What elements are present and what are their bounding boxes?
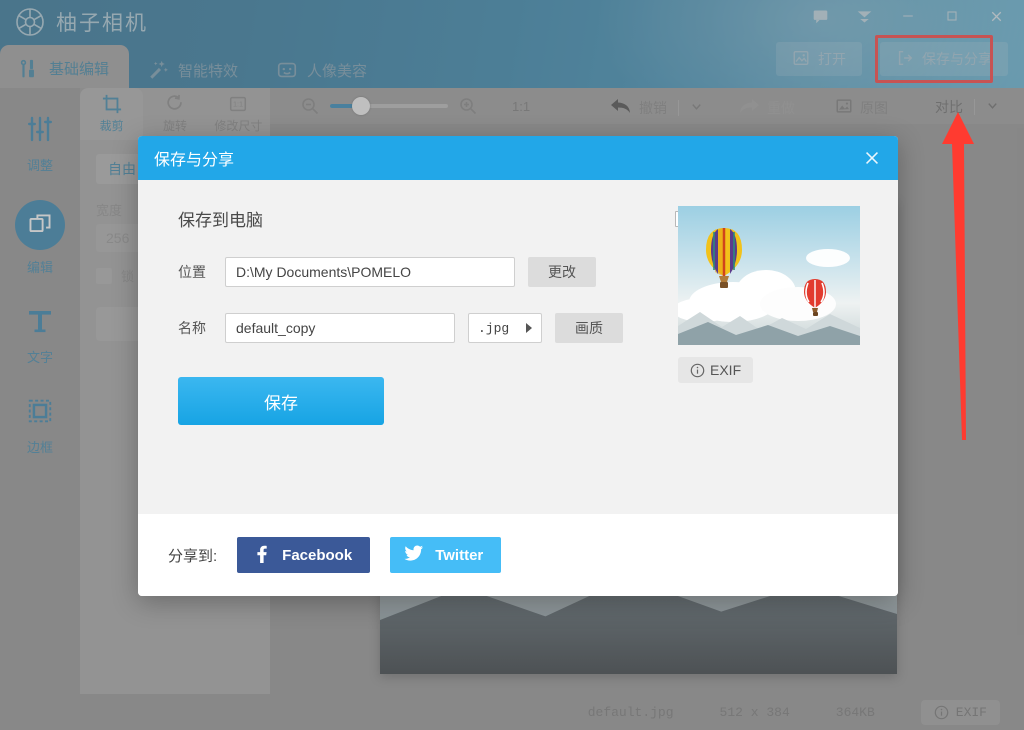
share-facebook-button[interactable]: Facebook bbox=[237, 537, 370, 573]
location-value: D:\My Documents\POMELO bbox=[236, 264, 411, 280]
name-input[interactable]: default_copy bbox=[225, 313, 455, 343]
share-twitter-label: Twitter bbox=[435, 547, 483, 564]
app-window: 柚子相机 bbox=[0, 0, 1024, 730]
dialog-body: 保存到电脑 覆盖原图 位置 D:\My Documents\POMELO 更改 … bbox=[138, 180, 898, 514]
facebook-icon bbox=[251, 543, 271, 567]
share-facebook-label: Facebook bbox=[282, 547, 352, 564]
preview-panel: EXIF bbox=[678, 206, 860, 383]
quality-button[interactable]: 画质 bbox=[555, 313, 623, 343]
twitter-icon bbox=[404, 543, 424, 567]
location-input[interactable]: D:\My Documents\POMELO bbox=[225, 257, 515, 287]
share-to-label: 分享到: bbox=[168, 545, 217, 566]
info-icon bbox=[690, 363, 705, 378]
format-select[interactable]: .jpg bbox=[468, 313, 542, 343]
save-button-label: 保存 bbox=[264, 389, 298, 414]
save-button[interactable]: 保存 bbox=[178, 377, 384, 425]
change-location-button[interactable]: 更改 bbox=[528, 257, 596, 287]
format-value: .jpg bbox=[478, 321, 509, 336]
preview-exif-label: EXIF bbox=[710, 362, 741, 378]
close-icon[interactable] bbox=[860, 146, 884, 170]
change-location-label: 更改 bbox=[548, 262, 576, 282]
preview-illustration bbox=[678, 206, 860, 345]
share-twitter-button[interactable]: Twitter bbox=[390, 537, 501, 573]
save-share-dialog: 保存与分享 保存到电脑 覆盖原图 位置 D:\My Documents\POME… bbox=[138, 136, 898, 596]
dialog-header: 保存与分享 bbox=[138, 136, 898, 180]
dialog-footer: 分享到: Facebook Twitter bbox=[138, 514, 898, 596]
preview-exif-button[interactable]: EXIF bbox=[678, 357, 753, 383]
name-label: 名称 bbox=[178, 318, 212, 338]
location-label: 位置 bbox=[178, 262, 212, 282]
name-value: default_copy bbox=[236, 320, 315, 336]
quality-label: 画质 bbox=[575, 318, 603, 338]
dialog-title: 保存与分享 bbox=[154, 146, 234, 170]
preview-image bbox=[678, 206, 860, 345]
chevron-right-icon bbox=[526, 323, 532, 333]
